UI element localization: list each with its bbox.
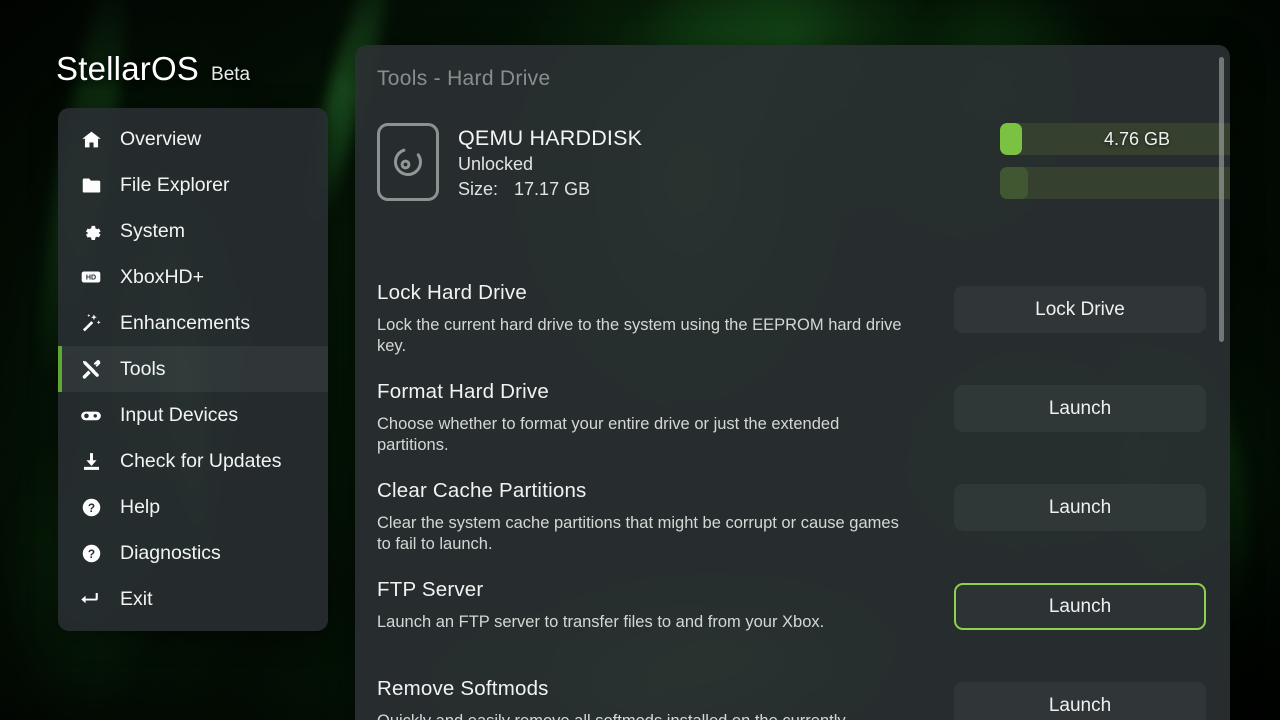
drive-size: Size: 17.17 GB [458, 177, 642, 202]
beta-badge: Beta [211, 64, 251, 85]
home-icon [80, 128, 102, 150]
tool-title: Remove Softmods [377, 677, 549, 700]
hd-icon: HD [80, 266, 102, 288]
tool-text: Format Hard Drive Choose whether to forma… [377, 372, 937, 456]
tool-action-button[interactable]: Launch [954, 385, 1206, 432]
sidebar-item-xboxhd[interactable]: HD XboxHD+ [58, 254, 328, 300]
tool-action-button[interactable]: Launch [954, 484, 1206, 531]
page-title: Tools - Hard Drive [377, 67, 551, 90]
sidebar-item-label: Enhancements [120, 311, 251, 334]
tool-row: Lock Hard Drive Lock the current hard dri… [377, 273, 1206, 372]
sidebar-item-file-explorer[interactable]: File Explorer [58, 162, 328, 208]
sidebar-item-system[interactable]: System [58, 208, 328, 254]
sidebar-item-label: File Explorer [120, 173, 230, 196]
exit-arrow-icon [80, 588, 102, 610]
tool-title: FTP Server [377, 578, 484, 601]
app-root: StellarOS Beta Overview File Explorer Syst… [0, 0, 1280, 720]
sidebar-item-input-devices[interactable]: Input Devices [58, 392, 328, 438]
tool-list: Lock Hard Drive Lock the current hard dri… [377, 273, 1206, 720]
sidebar-item-tools[interactable]: Tools [58, 346, 328, 392]
partition-bar: 4.76 GB [1000, 123, 1230, 155]
question-icon: ? [80, 542, 102, 564]
sidebar-item-label: XboxHD+ [120, 265, 204, 288]
tool-button-wrap: Lock Drive [937, 273, 1206, 333]
partition-bar-label: 4.76 GB [1103, 128, 1171, 149]
scrollbar[interactable] [1218, 57, 1225, 720]
sidebar-item-label: Tools [120, 357, 166, 380]
tool-row: FTP Server Launch an FTP server to transf… [377, 570, 1206, 669]
svg-text:HD: HD [86, 274, 96, 282]
sidebar-item-label: Input Devices [120, 403, 239, 426]
scrollbar-thumb[interactable] [1219, 57, 1224, 342]
hard-drive-icon [377, 123, 439, 201]
tool-title: Clear Cache Partitions [377, 479, 587, 502]
sidebar: Overview File Explorer System HD XboxHD+ Enha… [58, 108, 328, 631]
tool-description: Launch an FTP server to transfer files t… [377, 613, 825, 631]
svg-text:?: ? [87, 500, 94, 514]
tool-action-button[interactable]: Lock Drive [954, 286, 1206, 333]
tool-row: Clear Cache Partitions Clear the system c… [377, 471, 1206, 570]
drive-size-value: 17.17 GB [514, 179, 591, 199]
tool-description: Quickly and easily remove all softmods i… [377, 711, 902, 720]
tool-button-wrap: Launch [937, 372, 1206, 432]
sidebar-item-label: System [120, 219, 186, 242]
partition-bar: 8.54 GB [1000, 167, 1230, 199]
sidebar-item-overview[interactable]: Overview [58, 116, 328, 162]
main-panel: Tools - Hard Drive QEMU HARDDISK Unlocke… [355, 45, 1230, 720]
sidebar-item-diagnostics[interactable]: ? Diagnostics [58, 530, 328, 576]
drive-name: QEMU HARDDISK [458, 126, 643, 150]
tool-button-wrap: Launch [937, 570, 1206, 630]
tool-text: Remove Softmods Quickly and easily remove… [377, 669, 937, 720]
sidebar-item-check-for-updates[interactable]: Check for Updates [58, 438, 328, 484]
folder-icon [80, 174, 102, 196]
tool-text: Lock Hard Drive Lock the current hard dri… [377, 273, 937, 357]
svg-text:?: ? [87, 546, 94, 560]
brand: StellarOS Beta [56, 50, 250, 88]
drive-size-label: Size: [458, 179, 499, 199]
magic-wand-icon [80, 312, 102, 334]
tool-title: Lock Hard Drive [377, 281, 527, 304]
sidebar-item-label: Help [120, 495, 161, 518]
tool-description: Clear the system cache partitions that m… [377, 514, 899, 553]
sidebar-item-label: Diagnostics [120, 541, 221, 564]
download-icon [80, 450, 102, 472]
tool-title: Format Hard Drive [377, 380, 549, 403]
gear-icon [80, 220, 102, 242]
sidebar-item-exit[interactable]: Exit [58, 576, 328, 622]
tool-row: Remove Softmods Quickly and easily remove… [377, 669, 1206, 720]
sidebar-item-enhancements[interactable]: Enhancements [58, 300, 328, 346]
tool-description: Choose whether to format your entire dri… [377, 415, 840, 454]
sidebar-item-label: Overview [120, 127, 202, 150]
drive-lock-state: Unlocked [458, 154, 534, 174]
tool-button-wrap: Launch [937, 669, 1206, 720]
tools-icon [80, 358, 102, 380]
gamepad-icon [80, 404, 102, 426]
drive-meta: QEMU HARDDISK Unlocked Size: 17.17 GB [458, 123, 642, 202]
tool-action-button[interactable]: Launch [954, 583, 1206, 630]
app-title: StellarOS [56, 50, 200, 87]
tool-text: FTP Server Launch an FTP server to transf… [377, 570, 937, 633]
tool-action-button[interactable]: Launch [954, 682, 1206, 720]
question-icon: ? [80, 496, 102, 518]
tool-row: Format Hard Drive Choose whether to forma… [377, 372, 1206, 471]
partition-bars: 4.76 GB 499.92 MB 8.54 GB [1000, 123, 1230, 199]
tool-button-wrap: Launch [937, 471, 1206, 531]
sidebar-item-label: Exit [120, 587, 153, 610]
sidebar-item-label: Check for Updates [120, 449, 282, 472]
sidebar-item-help[interactable]: ? Help [58, 484, 328, 530]
tool-description: Lock the current hard drive to the syste… [377, 316, 902, 355]
tool-text: Clear Cache Partitions Clear the system c… [377, 471, 937, 555]
